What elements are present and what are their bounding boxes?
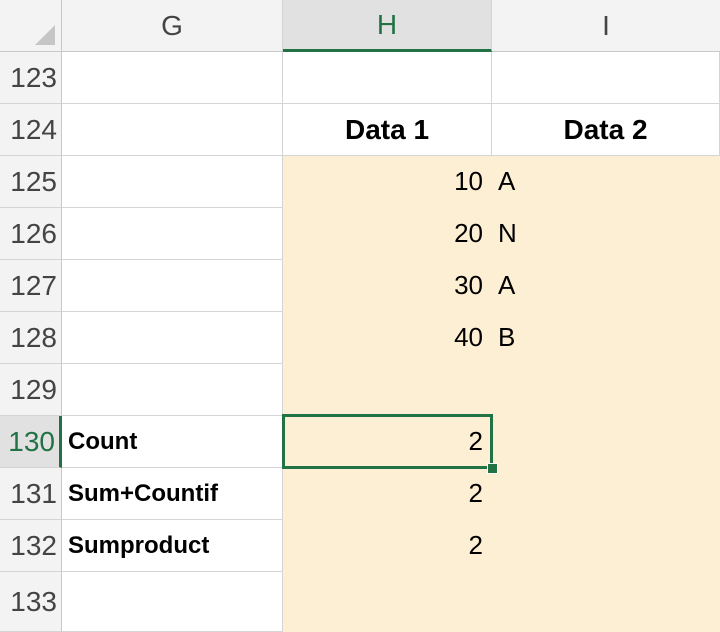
cell-g124[interactable] [62, 104, 283, 156]
data-code-cell[interactable]: B [492, 312, 720, 364]
data-code-cell[interactable]: N [492, 208, 720, 260]
cell-h123[interactable] [283, 52, 492, 104]
cell-g123[interactable] [62, 52, 283, 104]
data-code-cell[interactable]: A [492, 156, 720, 208]
select-all-triangle-icon [35, 25, 55, 45]
result-label-cell[interactable]: Count [62, 416, 283, 468]
spreadsheet-grid: G H I 123 124 125 126 127 128 129 130 13… [0, 0, 720, 632]
column-header-h[interactable]: H [283, 0, 492, 52]
result-label-cell[interactable]: Sumproduct [62, 520, 283, 572]
cell-i129[interactable] [492, 364, 720, 416]
row-header[interactable]: 127 [0, 260, 62, 312]
cell-g128[interactable] [62, 312, 283, 364]
row-header[interactable]: 129 [0, 364, 62, 416]
data-value-cell[interactable]: 40 [283, 312, 492, 364]
cell-i123[interactable] [492, 52, 720, 104]
cell-h129[interactable] [283, 364, 492, 416]
cell-g125[interactable] [62, 156, 283, 208]
data-code-cell[interactable]: A [492, 260, 720, 312]
cell-g127[interactable] [62, 260, 283, 312]
data-value-cell[interactable]: 30 [283, 260, 492, 312]
row-header[interactable]: 133 [0, 572, 62, 632]
row-header[interactable]: 128 [0, 312, 62, 364]
row-header[interactable]: 123 [0, 52, 62, 104]
cell-g133[interactable] [62, 572, 283, 632]
column-header-i[interactable]: I [492, 0, 720, 52]
header-data-2[interactable]: Data 2 [492, 104, 720, 156]
row-header[interactable]: 131 [0, 468, 62, 520]
result-value-cell[interactable]: 2 [283, 416, 492, 468]
result-label-cell[interactable]: Sum+Countif [62, 468, 283, 520]
fill-handle[interactable] [487, 463, 498, 474]
result-value-cell[interactable]: 2 [283, 520, 492, 572]
row-header[interactable]: 126 [0, 208, 62, 260]
column-header-g[interactable]: G [62, 0, 283, 52]
row-header-selected[interactable]: 130 [0, 416, 62, 468]
cell-i131[interactable] [492, 468, 720, 520]
cell-i132[interactable] [492, 520, 720, 572]
header-data-1[interactable]: Data 1 [283, 104, 492, 156]
row-header[interactable]: 124 [0, 104, 62, 156]
data-value-cell[interactable]: 10 [283, 156, 492, 208]
data-value-cell[interactable]: 20 [283, 208, 492, 260]
cell-g126[interactable] [62, 208, 283, 260]
cell-h133[interactable] [283, 572, 492, 632]
cell-i130[interactable] [492, 416, 720, 468]
cell-i133[interactable] [492, 572, 720, 632]
select-all-corner[interactable] [0, 0, 62, 52]
result-value-cell[interactable]: 2 [283, 468, 492, 520]
row-header[interactable]: 125 [0, 156, 62, 208]
row-header[interactable]: 132 [0, 520, 62, 572]
cell-g129[interactable] [62, 364, 283, 416]
